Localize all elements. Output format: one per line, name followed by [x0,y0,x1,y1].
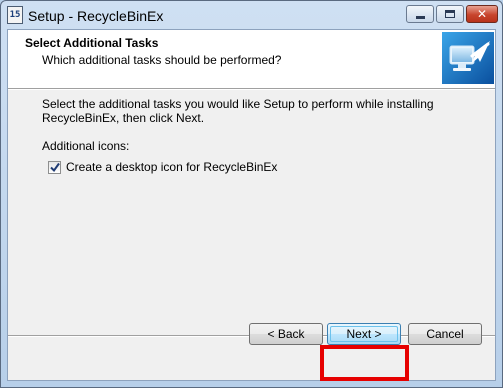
minimize-button[interactable] [406,5,434,23]
title-bar[interactable]: 15 Setup - RecycleBinEx ✕ [1,1,502,31]
task-desktop-icon[interactable]: Create a desktop icon for RecycleBinEx [48,159,277,175]
checkmark-icon [50,162,60,172]
desktop-icon-checkbox[interactable] [48,160,61,174]
instructions-text: Select the additional tasks you would li… [42,97,434,125]
setup-app-icon: 15 [7,6,23,24]
cancel-button[interactable]: Cancel [408,323,482,345]
minimize-icon [416,16,425,19]
monitor-arrow-icon [442,32,494,84]
page-title: Select Additional Tasks [25,36,159,50]
wizard-header: Select Additional Tasks Which additional… [8,30,495,88]
back-button[interactable]: < Back [249,323,323,345]
additional-icons-label: Additional icons: [42,139,130,153]
close-button[interactable]: ✕ [466,5,498,23]
desktop-icon-checkbox-label: Create a desktop icon for RecycleBinEx [66,160,278,174]
window-title: Setup - RecycleBinEx [28,8,164,24]
maximize-icon [445,10,455,18]
page-subtitle: Which additional tasks should be perform… [42,53,282,67]
next-button-highlight [320,345,409,381]
next-button[interactable]: Next > [327,323,401,345]
maximize-button[interactable] [436,5,464,23]
header-separator [8,88,495,90]
